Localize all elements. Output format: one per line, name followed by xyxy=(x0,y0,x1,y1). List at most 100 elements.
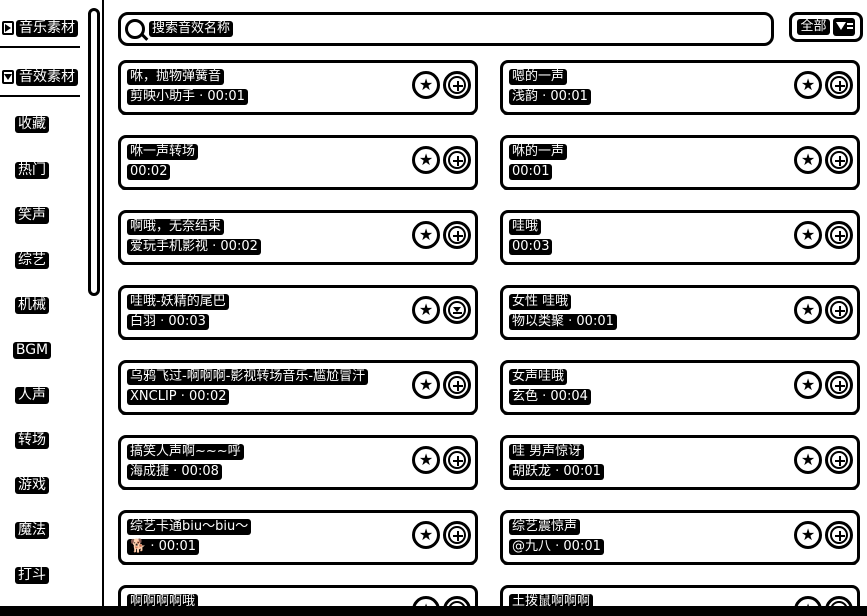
filter-icon xyxy=(832,18,855,36)
add-button[interactable] xyxy=(825,521,853,549)
sidebar-item-favorites[interactable]: 收藏 xyxy=(0,112,64,136)
sound-title: 哇哦-妖精的尾巴 xyxy=(127,294,229,310)
search-bar[interactable]: 搜索音效名称 xyxy=(118,12,774,46)
sidebar-section-label: 音效素材 xyxy=(16,68,78,86)
sound-card[interactable]: 嗯的一声 浅韵 · 00:01 ★ xyxy=(500,60,860,115)
add-button[interactable] xyxy=(825,71,853,99)
sidebar-item-variety[interactable]: 综艺 xyxy=(0,248,64,272)
sound-title: 女性 哇哦 xyxy=(509,294,572,310)
sound-card[interactable]: 咻一声转场 00:02 ★ xyxy=(118,135,478,190)
favorite-button[interactable]: ★ xyxy=(794,221,822,249)
card-actions: ★ xyxy=(412,221,471,249)
favorite-button[interactable]: ★ xyxy=(412,71,440,99)
sidebar-item-voice[interactable]: 人声 xyxy=(0,383,64,407)
sidebar-item-label: 综艺 xyxy=(15,251,49,269)
add-button[interactable] xyxy=(825,146,853,174)
plus-circle-icon xyxy=(448,151,466,169)
favorite-button[interactable]: ★ xyxy=(412,221,440,249)
add-button[interactable] xyxy=(443,371,471,399)
add-button[interactable] xyxy=(825,446,853,474)
add-button[interactable] xyxy=(825,221,853,249)
card-actions: ★ xyxy=(794,296,853,324)
plus-circle-icon xyxy=(830,76,848,94)
sidebar-item-mechanical[interactable]: 机械 xyxy=(0,293,64,317)
star-icon: ★ xyxy=(800,225,816,244)
sidebar-item-magic[interactable]: 魔法 xyxy=(0,518,64,542)
sound-card[interactable]: 咻的一声 00:01 ★ xyxy=(500,135,860,190)
sidebar-item-game[interactable]: 游戏 xyxy=(0,473,64,497)
sound-meta: 物以类聚 · 00:01 xyxy=(509,314,617,330)
add-button[interactable] xyxy=(825,296,853,324)
sound-card[interactable]: 女性 哇哦物以类聚 · 00:01 ★ xyxy=(500,285,860,340)
sound-card[interactable]: 哇 男声惊讶胡跃龙 · 00:01 ★ xyxy=(500,435,860,490)
bottom-edge xyxy=(0,606,867,616)
plus-circle-icon xyxy=(830,301,848,319)
favorite-button[interactable]: ★ xyxy=(794,521,822,549)
divider xyxy=(0,46,80,48)
favorite-button[interactable]: ★ xyxy=(412,446,440,474)
sidebar-item-laugh[interactable]: 笑声 xyxy=(0,203,64,227)
sound-card[interactable]: 哇哦-妖精的尾巴 白羽 · 00:03 ★ xyxy=(118,285,478,340)
sidebar-scrollbar[interactable] xyxy=(88,8,100,296)
plus-circle-icon xyxy=(448,451,466,469)
add-button[interactable] xyxy=(443,521,471,549)
favorite-button[interactable]: ★ xyxy=(412,146,440,174)
card-actions: ★ xyxy=(412,71,471,99)
divider xyxy=(0,95,80,97)
sound-meta: 浅韵 · 00:01 xyxy=(509,89,591,105)
card-actions: ★ xyxy=(794,371,853,399)
sidebar-item-fight[interactable]: 打斗 xyxy=(0,563,64,587)
card-actions: ★ xyxy=(794,221,853,249)
sound-title: 哇 男声惊讶 xyxy=(509,444,585,460)
sidebar-section-sfx[interactable]: 音效素材 xyxy=(0,63,80,91)
sound-card[interactable]: 啊哦，无奈结束 爱玩手机影视 · 00:02 ★ xyxy=(118,210,478,265)
favorite-button[interactable]: ★ xyxy=(412,521,440,549)
sound-card[interactable]: 哇哦 00:03 ★ xyxy=(500,210,860,265)
add-button[interactable] xyxy=(443,146,471,174)
sound-card[interactable]: 乌鸦飞过-啊啊啊-影视转场音乐-尴尬冒汗 XNCLIP · 00:02 ★ xyxy=(118,360,478,415)
star-icon: ★ xyxy=(418,375,434,394)
sound-title: 咻，抛物弹簧音 xyxy=(127,69,225,85)
search-placeholder: 搜索音效名称 xyxy=(149,21,234,37)
favorite-button[interactable]: ★ xyxy=(412,296,440,324)
plus-circle-icon xyxy=(830,226,848,244)
sound-card[interactable]: 综艺卡通biu～biu～ 🐕 · 00:01 ★ xyxy=(118,510,478,565)
add-button[interactable] xyxy=(825,371,853,399)
sidebar-item-bgm[interactable]: BGM xyxy=(0,338,64,362)
sidebar-item-transition[interactable]: 转场 xyxy=(0,428,64,452)
download-icon xyxy=(448,301,466,319)
star-icon: ★ xyxy=(418,300,434,319)
sound-title: 咻的一声 xyxy=(509,144,568,160)
plus-circle-icon xyxy=(448,526,466,544)
download-button[interactable] xyxy=(443,296,471,324)
sound-meta: XNCLIP · 00:02 xyxy=(127,389,230,405)
sound-card[interactable]: 综艺震惊声 @九八 · 00:01 ★ xyxy=(500,510,860,565)
expand-down-icon xyxy=(2,70,14,84)
sidebar-item-hot[interactable]: 热门 xyxy=(0,158,64,182)
favorite-button[interactable]: ★ xyxy=(794,371,822,399)
sound-title: 搞笑人声啊~~~呼 xyxy=(127,444,244,460)
card-actions: ★ xyxy=(412,146,471,174)
sidebar-item-label: BGM xyxy=(12,341,52,359)
sidebar-item-label: 魔法 xyxy=(15,521,49,539)
sound-card[interactable]: 搞笑人声啊~~~呼 海成捷 · 00:08 ★ xyxy=(118,435,478,490)
sound-meta: 🐕 · 00:01 xyxy=(127,539,200,555)
sound-title: 乌鸦飞过-啊啊啊-影视转场音乐-尴尬冒汗 xyxy=(127,369,369,385)
sidebar: 音乐素材 音效素材 收藏 热门 笑声 综艺 机械 BGM 人声 转场 游戏 魔法… xyxy=(0,0,104,616)
sound-meta: 爱玩手机影视 · 00:02 xyxy=(127,239,261,255)
card-actions: ★ xyxy=(794,521,853,549)
filter-button[interactable]: 全部 xyxy=(789,12,863,42)
sound-card[interactable]: 咻，抛物弹簧音 剪映小助手 · 00:01 ★ xyxy=(118,60,478,115)
favorite-button[interactable]: ★ xyxy=(412,371,440,399)
add-button[interactable] xyxy=(443,446,471,474)
sound-meta: 胡跃龙 · 00:01 xyxy=(509,464,604,480)
favorite-button[interactable]: ★ xyxy=(794,146,822,174)
sound-card[interactable]: 女声哇哦 玄色 · 00:04 ★ xyxy=(500,360,860,415)
sidebar-section-music[interactable]: 音乐素材 xyxy=(0,14,80,42)
favorite-button[interactable]: ★ xyxy=(794,296,822,324)
favorite-button[interactable]: ★ xyxy=(794,71,822,99)
sound-meta: @九八 · 00:01 xyxy=(509,539,604,555)
add-button[interactable] xyxy=(443,221,471,249)
favorite-button[interactable]: ★ xyxy=(794,446,822,474)
add-button[interactable] xyxy=(443,71,471,99)
